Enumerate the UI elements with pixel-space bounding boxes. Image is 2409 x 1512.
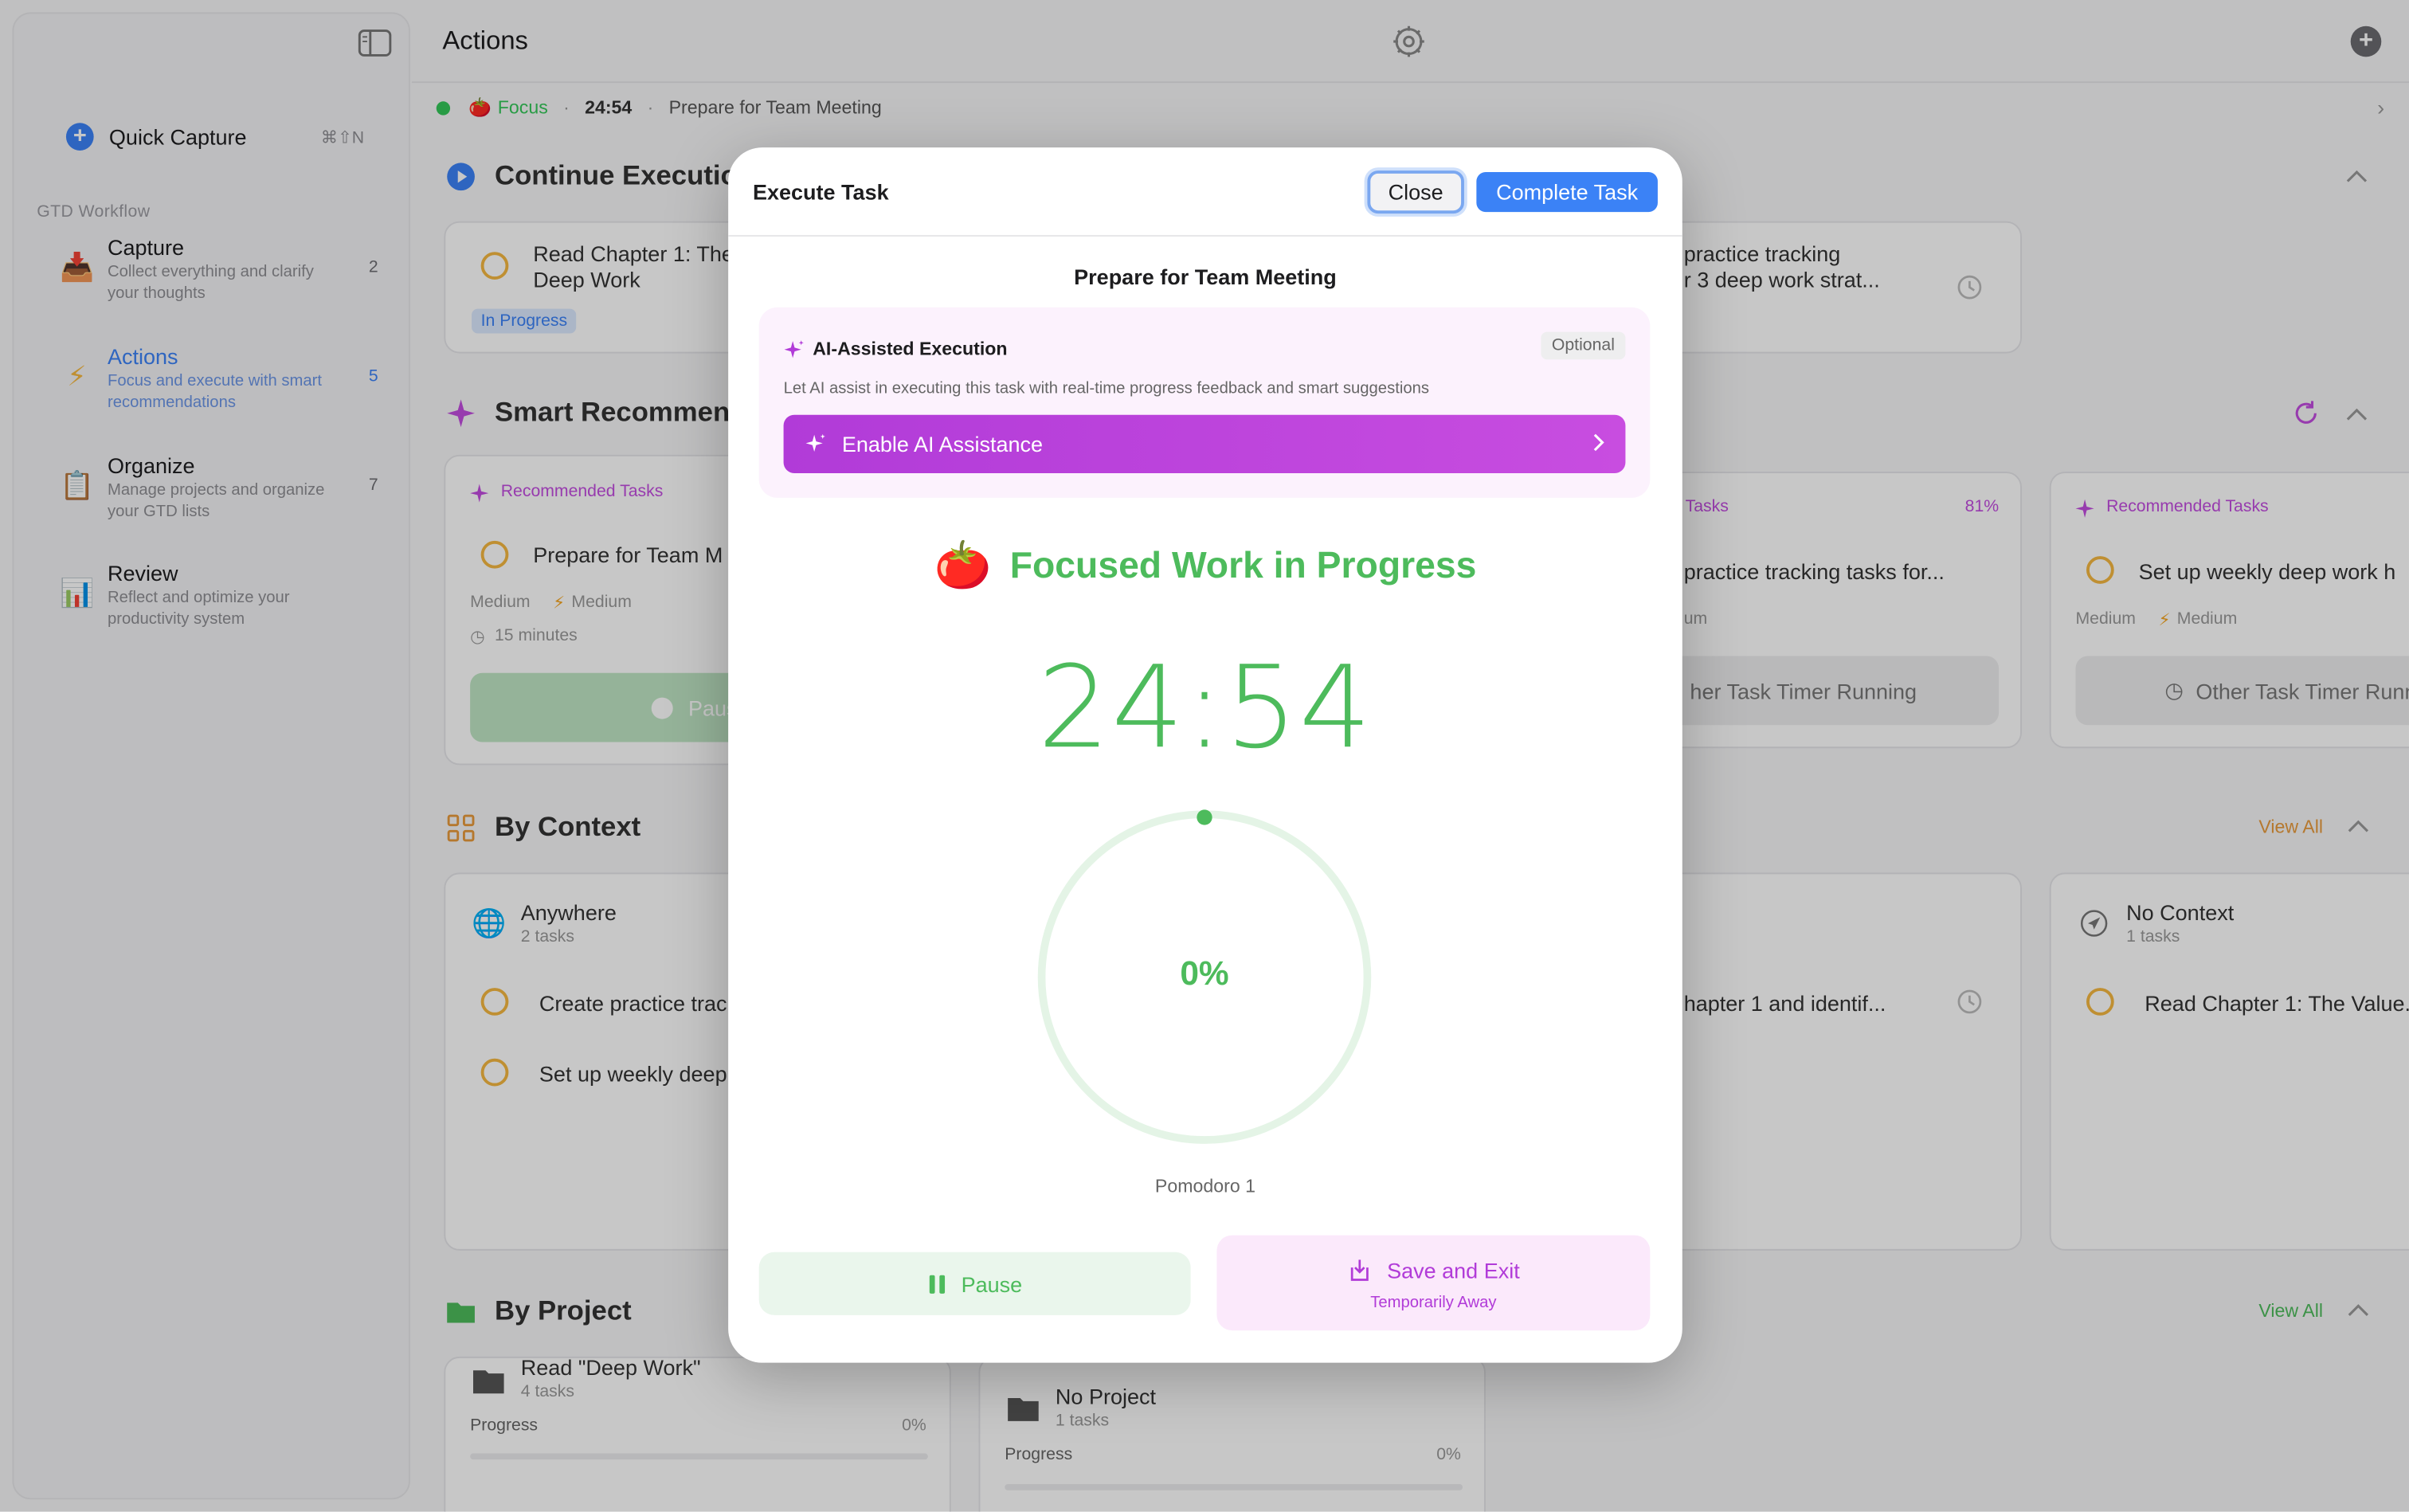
pause-label: Pause (961, 1271, 1023, 1296)
optional-badge: Optional (1541, 331, 1626, 360)
tomato-icon: 🍅 (934, 540, 992, 592)
enable-ai-button[interactable]: Enable AI Assistance (783, 414, 1626, 473)
pomodoro-label: Pomodoro 1 (1154, 1175, 1256, 1197)
app-window: + Quick Capture ⌘⇧N GTD Workflow 📥 Captu… (0, 0, 2409, 1512)
modal-title: Execute Task (752, 179, 889, 205)
save-and-exit-row: Save and Exit (1216, 1258, 1650, 1283)
ai-panel-title: AI-Assisted Execution (813, 338, 1008, 360)
save-and-exit-button[interactable]: Save and Exit Temporarily Away (1216, 1235, 1651, 1331)
sparkle-icon (784, 340, 804, 358)
save-label: Save and Exit (1387, 1258, 1520, 1283)
pause-button[interactable]: Pause (758, 1252, 1191, 1315)
pause-icon (929, 1274, 945, 1293)
chevron-right-icon (1593, 433, 1604, 452)
ai-panel-description: Let AI assist in executing this task wit… (783, 379, 1429, 398)
execute-task-modal: Execute Task Close Complete Task Prepare… (728, 147, 1682, 1363)
save-sublabel: Temporarily Away (1370, 1293, 1497, 1312)
focus-status-row: 🍅 Focused Work in Progress (728, 539, 1682, 593)
focus-status-text: Focused Work in Progress (1009, 544, 1477, 586)
progress-ring-marker (1197, 809, 1212, 825)
modal-header: Execute Task Close Complete Task (728, 147, 1682, 237)
task-name: Prepare for Team Meeting (1074, 264, 1337, 289)
save-tray-icon (1350, 1259, 1369, 1281)
countdown-timer: 24:54 (1037, 642, 1373, 774)
progress-percent: 0% (1180, 954, 1229, 993)
enable-ai-label: Enable AI Assistance (841, 431, 1044, 456)
close-button[interactable]: Close (1367, 170, 1464, 214)
complete-task-button[interactable]: Complete Task (1476, 171, 1658, 213)
ai-assist-panel: AI-Assisted Execution Optional Let AI as… (758, 307, 1651, 498)
sparkle-icon (805, 433, 825, 452)
